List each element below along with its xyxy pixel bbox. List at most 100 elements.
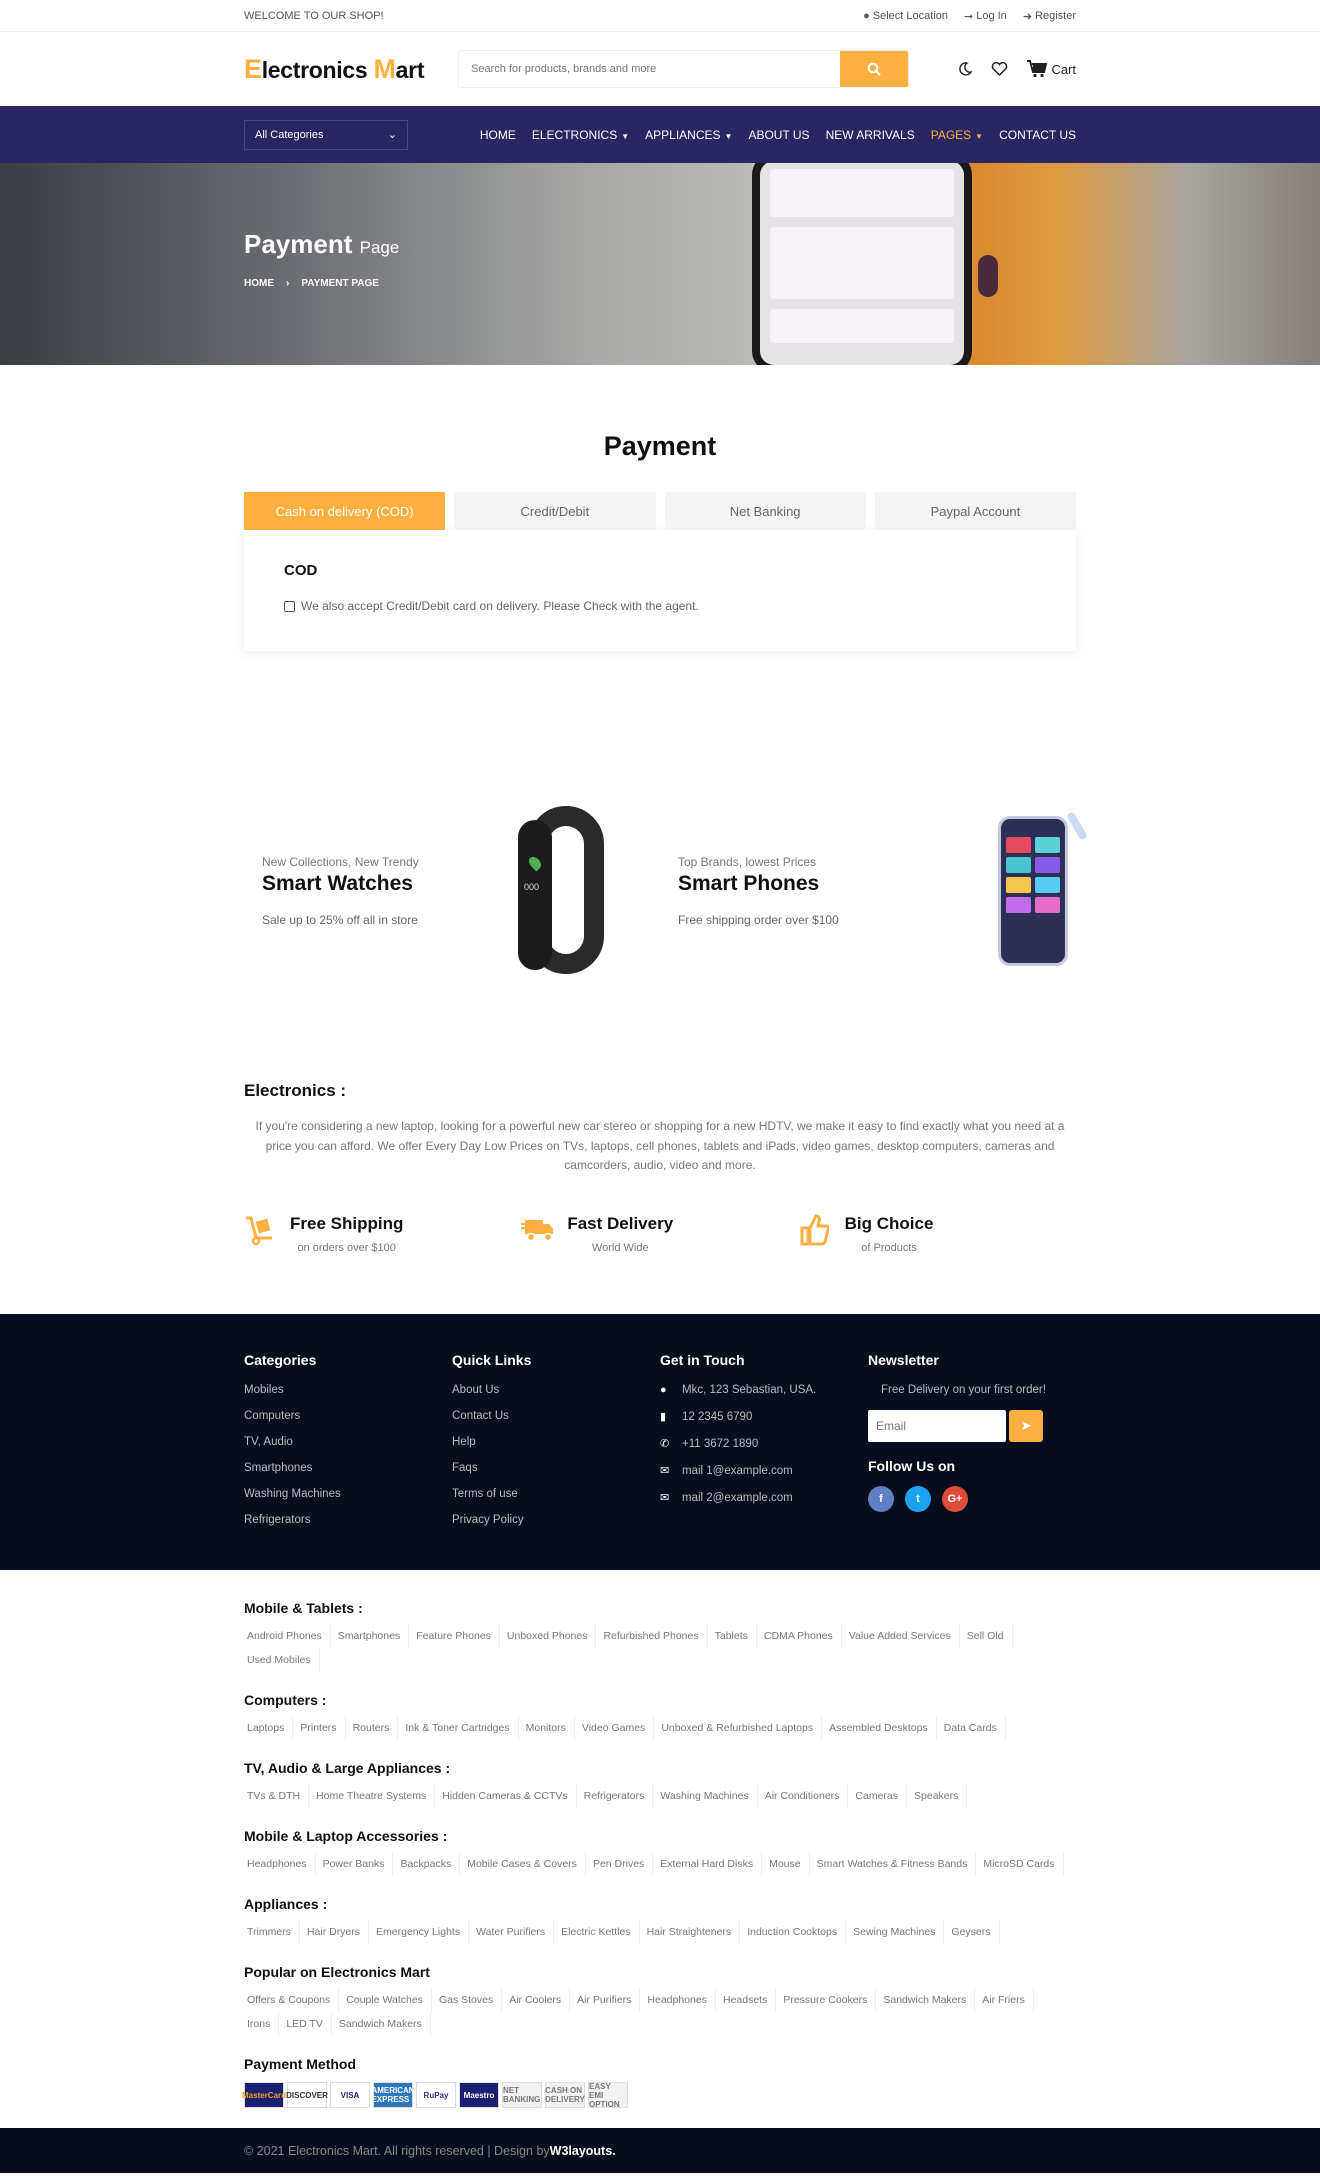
search-input[interactable] (459, 51, 840, 87)
link-tag[interactable]: Smartphones (335, 1624, 410, 1648)
link-tag[interactable]: Home Theatre Systems (313, 1784, 436, 1808)
link-tag[interactable]: Washing Machines (657, 1784, 758, 1808)
footer-category-link[interactable]: Mobiles (244, 1384, 452, 1396)
link-tag[interactable]: Smart Watches & Fitness Bands (814, 1852, 977, 1876)
link-tag[interactable]: Sandwich Makers (336, 2012, 431, 2036)
designer-link[interactable]: W3layouts. (550, 2144, 616, 2158)
link-tag[interactable]: Tablets (712, 1624, 757, 1648)
link-tag[interactable]: Refrigerators (581, 1784, 654, 1808)
breadcrumb-home[interactable]: HOME (244, 278, 274, 289)
footer-category-link[interactable]: TV, Audio (244, 1436, 452, 1448)
footer-quick-link[interactable]: About Us (452, 1384, 660, 1396)
link-tag[interactable]: Sewing Machines (850, 1920, 945, 1944)
link-tag[interactable]: Mouse (766, 1852, 810, 1876)
card-on-delivery-checkbox[interactable]: We also accept Credit/Debit card on deli… (284, 599, 1036, 613)
link-tag[interactable]: Trimmers (244, 1920, 300, 1944)
link-tag[interactable]: Refurbished Phones (600, 1624, 708, 1648)
link-tag[interactable]: Unboxed Phones (504, 1624, 597, 1648)
category-select[interactable]: All Categories ⌄ (244, 119, 408, 150)
footer-category-link[interactable]: Computers (244, 1410, 452, 1422)
link-tag[interactable]: Couple Watches (343, 1988, 432, 2012)
link-tag[interactable]: Feature Phones (413, 1624, 500, 1648)
register-link[interactable]: ➜ Register (1023, 10, 1076, 23)
link-tag[interactable]: Pressure Cookers (780, 1988, 877, 2012)
link-tag[interactable]: Monitors (523, 1716, 575, 1740)
link-tag[interactable]: Assembled Desktops (826, 1716, 937, 1740)
link-tag[interactable]: Electric Kettles (558, 1920, 640, 1944)
link-tag[interactable]: Headphones (244, 1852, 316, 1876)
link-tag[interactable]: Printers (297, 1716, 346, 1740)
footer-quick-link[interactable]: Privacy Policy (452, 1514, 660, 1526)
logo[interactable]: Electronics Mart (244, 54, 458, 85)
link-tag[interactable]: Hair Dryers (304, 1920, 370, 1944)
payment-tab[interactable]: Credit/Debit (454, 492, 656, 530)
nav-item-new-arrivals[interactable]: NEW ARRIVALS (826, 128, 915, 142)
link-tag[interactable]: Android Phones (244, 1624, 331, 1648)
footer-quick-link[interactable]: Help (452, 1436, 660, 1448)
link-tag[interactable]: Backpacks (397, 1852, 461, 1876)
link-tag[interactable]: Laptops (244, 1716, 294, 1740)
link-tag[interactable]: Pen Drives (590, 1852, 654, 1876)
footer-quick-link[interactable]: Contact Us (452, 1410, 660, 1422)
link-tag[interactable]: Irons (244, 2012, 280, 2036)
link-tag[interactable]: Cameras (852, 1784, 908, 1808)
link-tag[interactable]: Geysers (948, 1920, 1000, 1944)
link-tag[interactable]: Value Added Services (846, 1624, 960, 1648)
link-tag[interactable]: Air Friers (979, 1988, 1034, 2012)
newsletter-submit-button[interactable]: ➤ (1009, 1410, 1043, 1442)
link-tag[interactable]: Induction Cooktops (744, 1920, 847, 1944)
nav-item-pages[interactable]: PAGES ▼ (931, 128, 983, 142)
link-tag[interactable]: Hidden Cameras & CCTVs (439, 1784, 577, 1808)
link-tag[interactable]: Air Conditioners (762, 1784, 849, 1808)
link-tag[interactable]: Air Coolers (506, 1988, 571, 2012)
link-tag[interactable]: Emergency Lights (373, 1920, 470, 1944)
link-tag[interactable]: LED TV (283, 2012, 332, 2036)
search-button[interactable] (840, 51, 908, 87)
link-tag[interactable]: Data Cards (941, 1716, 1006, 1740)
nav-item-about-us[interactable]: ABOUT US (748, 128, 809, 142)
link-tag[interactable]: MicroSD Cards (980, 1852, 1064, 1876)
link-tag[interactable]: Sandwich Makers (880, 1988, 976, 2012)
checkbox-icon[interactable] (284, 600, 295, 612)
twitter-icon[interactable]: t (905, 1486, 931, 1512)
newsletter-email-input[interactable] (868, 1410, 1006, 1442)
select-location-link[interactable]: ● Select Location (863, 10, 948, 23)
link-tag[interactable]: Air Purifiers (574, 1988, 641, 2012)
facebook-icon[interactable]: f (868, 1486, 894, 1512)
link-tag[interactable]: Power Banks (320, 1852, 394, 1876)
link-tag[interactable]: External Hard Disks (657, 1852, 763, 1876)
nav-item-electronics[interactable]: ELECTRONICS ▼ (532, 128, 629, 142)
dark-mode-toggle[interactable] (957, 61, 973, 77)
link-tag[interactable]: Ink & Toner Cartridges (402, 1716, 519, 1740)
link-tag[interactable]: TVs & DTH (244, 1784, 310, 1808)
link-tag[interactable]: Unboxed & Refurbished Laptops (658, 1716, 823, 1740)
link-tag[interactable]: Sell Old (964, 1624, 1013, 1648)
link-tag[interactable]: CDMA Phones (761, 1624, 842, 1648)
link-tag[interactable]: Gas Stoves (436, 1988, 503, 2012)
payment-tab[interactable]: Paypal Account (874, 492, 1076, 530)
login-link[interactable]: ➞ Log In (964, 10, 1007, 23)
payment-tab[interactable]: Cash on delivery (COD) (244, 492, 446, 530)
link-tag[interactable]: Hair Straighteners (644, 1920, 741, 1944)
footer-quick-link[interactable]: Terms of use (452, 1488, 660, 1500)
wishlist-button[interactable] (991, 61, 1008, 77)
promo-card-smart-phones[interactable]: Top Brands, lowest Prices Smart Phones F… (660, 801, 1088, 981)
footer-category-link[interactable]: Smartphones (244, 1462, 452, 1474)
link-tag[interactable]: Water Purifiers (473, 1920, 555, 1944)
cart-button[interactable]: Cart (1026, 60, 1076, 78)
link-tag[interactable]: Offers & Coupons (244, 1988, 340, 2012)
link-tag[interactable]: Used Mobiles (244, 1648, 320, 1672)
footer-quick-link[interactable]: Faqs (452, 1462, 660, 1474)
payment-tab[interactable]: Net Banking (664, 492, 866, 530)
link-tag[interactable]: Video Games (579, 1716, 655, 1740)
link-tag[interactable]: Headsets (720, 1988, 777, 2012)
link-tag[interactable]: Speakers (911, 1784, 968, 1808)
footer-category-link[interactable]: Refrigerators (244, 1514, 452, 1526)
nav-item-home[interactable]: HOME (480, 128, 516, 142)
link-tag[interactable]: Routers (350, 1716, 399, 1740)
google-plus-icon[interactable]: G+ (942, 1486, 968, 1512)
nav-item-appliances[interactable]: APPLIANCES ▼ (645, 128, 732, 142)
promo-card-smart-watches[interactable]: New Collections, New Trendy Smart Watche… (244, 801, 660, 981)
footer-category-link[interactable]: Washing Machines (244, 1488, 452, 1500)
nav-item-contact-us[interactable]: CONTACT US (999, 128, 1076, 142)
